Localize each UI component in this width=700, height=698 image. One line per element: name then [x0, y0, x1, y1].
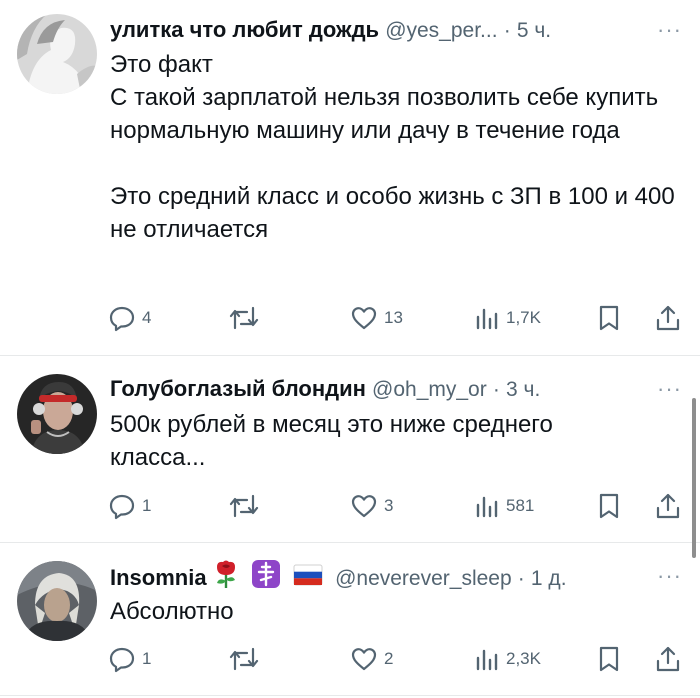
tweet-header: Голубоглазый блондин @oh_my_or · 3 ч. ··… — [110, 372, 686, 406]
bookmark-icon — [596, 645, 622, 673]
views-count: 2,3K — [506, 649, 541, 668]
views-button[interactable]: 581 — [474, 489, 534, 523]
reply-icon — [108, 492, 136, 520]
reply-icon — [108, 304, 136, 332]
heart-icon — [350, 304, 378, 332]
more-options-icon[interactable]: ··· — [657, 13, 682, 47]
views-count: 1,7K — [506, 308, 541, 327]
separator-dot: · — [492, 378, 500, 401]
views-icon — [474, 304, 500, 332]
user-handle[interactable]: @neverever_sleep — [335, 567, 512, 590]
like-count: 2 — [384, 649, 394, 668]
reply-count: 1 — [142, 649, 152, 668]
rose-emoji — [213, 559, 239, 599]
tweet-2[interactable]: Голубоглазый блондин @oh_my_or · 3 ч. ··… — [0, 356, 700, 543]
tweet-header: Insomnia @neverever_sleep · 1 д. ··· — [110, 559, 686, 593]
retweet-button[interactable] — [228, 642, 266, 676]
avatar[interactable] — [17, 374, 97, 454]
like-button[interactable]: 2 — [350, 642, 393, 676]
reply-button[interactable]: 1 — [108, 642, 151, 676]
reply-icon — [108, 645, 136, 673]
action-bar: 1 3 581 — [108, 489, 688, 523]
like-button[interactable]: 3 — [350, 489, 393, 523]
retweet-icon — [228, 304, 260, 332]
heart-icon — [350, 645, 378, 673]
action-bar: 4 13 1,7K — [108, 301, 688, 335]
display-name[interactable]: Insomnia — [110, 565, 207, 590]
timestamp[interactable]: 1 д. — [531, 567, 567, 590]
orthodox-cross-emoji — [251, 559, 281, 599]
display-name[interactable]: Голубоглазый блондин — [110, 376, 366, 401]
share-icon — [654, 304, 682, 332]
like-count: 3 — [384, 496, 394, 515]
tweet-text: Абсолютно — [110, 598, 234, 625]
views-icon — [474, 492, 500, 520]
bookmark-icon — [596, 304, 622, 332]
timestamp[interactable]: 5 ч. — [517, 19, 551, 42]
russian-flag-emoji — [293, 562, 323, 596]
retweet-button[interactable] — [228, 489, 266, 523]
reply-button[interactable]: 4 — [108, 301, 151, 335]
bookmark-button[interactable] — [596, 301, 622, 335]
user-handle[interactable]: @oh_my_or — [372, 378, 487, 401]
display-name[interactable]: улитка что любит дождь — [110, 17, 379, 42]
views-count: 581 — [506, 496, 535, 515]
share-button[interactable] — [654, 489, 682, 523]
tweet-header: улитка что любит дождь @yes_per... · 5 ч… — [110, 13, 686, 47]
retweet-button[interactable] — [228, 301, 266, 335]
more-options-icon[interactable]: ··· — [657, 559, 682, 593]
retweet-icon — [228, 645, 260, 673]
like-count: 13 — [384, 308, 403, 327]
share-button[interactable] — [654, 642, 682, 676]
heart-icon — [350, 492, 378, 520]
reply-count: 4 — [142, 308, 152, 327]
views-button[interactable]: 1,7K — [474, 301, 541, 335]
avatar[interactable] — [17, 561, 97, 641]
bookmark-button[interactable] — [596, 642, 622, 676]
scrollbar[interactable] — [692, 398, 696, 558]
views-icon — [474, 645, 500, 673]
bookmark-button[interactable] — [596, 489, 622, 523]
views-button[interactable]: 2,3K — [474, 642, 541, 676]
share-icon — [654, 492, 682, 520]
avatar[interactable] — [17, 14, 97, 94]
tweet-3[interactable]: Insomnia @neverever_sleep · 1 д. ··· Абс… — [0, 543, 700, 696]
reply-button[interactable]: 1 — [108, 489, 151, 523]
separator-dot: · — [517, 566, 525, 590]
retweet-icon — [228, 492, 260, 520]
action-bar: 1 2 2,3K — [108, 642, 688, 676]
timestamp[interactable]: 3 ч. — [506, 378, 540, 401]
tweet-1[interactable]: улитка что любит дождь @yes_per... · 5 ч… — [0, 0, 700, 356]
separator-dot: · — [503, 19, 511, 42]
reply-count: 1 — [142, 496, 152, 515]
like-button[interactable]: 13 — [350, 301, 403, 335]
more-options-icon[interactable]: ··· — [657, 372, 682, 406]
bookmark-icon — [596, 492, 622, 520]
tweet-text: 500к рублей в месяц это ниже среднего кл… — [110, 411, 560, 471]
share-button[interactable] — [654, 301, 682, 335]
share-icon — [654, 645, 682, 673]
user-handle[interactable]: @yes_per... — [385, 19, 497, 42]
tweet-text: Это факт С такой зарплатой нельзя позвол… — [110, 51, 675, 243]
